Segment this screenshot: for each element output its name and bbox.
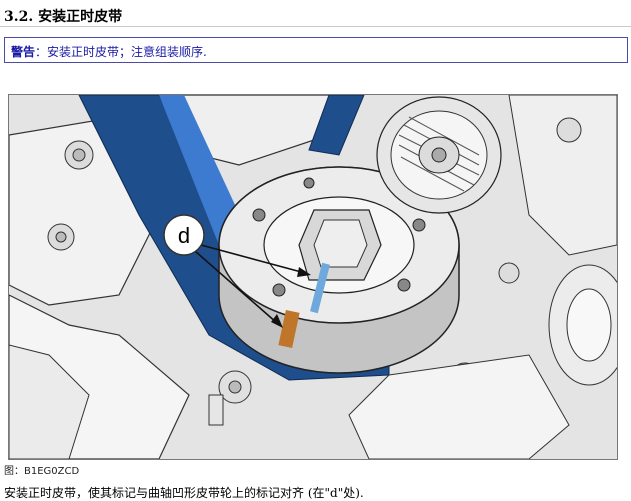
warning-text: ：安装正时皮带；注意组装顺序.: [35, 45, 207, 59]
callout-d-label: d: [178, 223, 190, 248]
warning-box: 警告：安装正时皮带；注意组装顺序.: [4, 37, 628, 63]
title-divider: [0, 26, 631, 27]
instruction-text: 安装正时皮带，使其标记与曲轴凹形皮带轮上的标记对齐 (在"d"处).: [4, 486, 364, 500]
engine-illustration: d: [8, 94, 618, 460]
section-title: 3.2. 安装正时皮带: [4, 9, 123, 25]
figure-caption: 图：B1EG0ZCD: [4, 466, 80, 477]
warning-label: 警告: [11, 45, 36, 59]
engine-drawing: d: [9, 95, 617, 459]
